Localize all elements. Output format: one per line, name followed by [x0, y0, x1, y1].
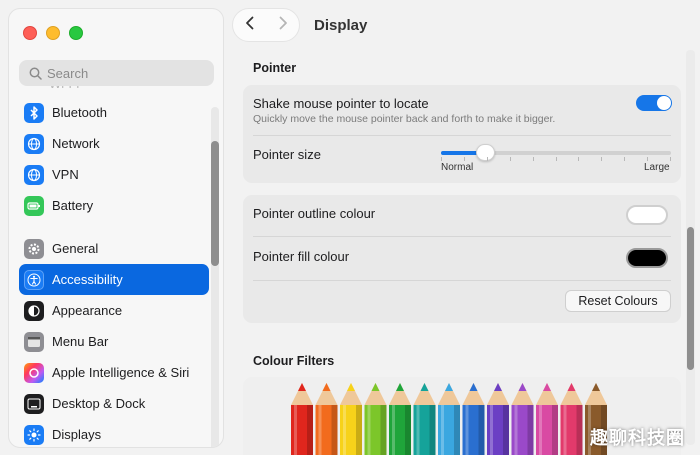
shake-pointer-toggle[interactable] [636, 95, 672, 111]
pointer-settings-card: Shake mouse pointer to locate Quickly mo… [243, 85, 681, 183]
desktop-dock-icon [24, 393, 44, 414]
section-title-colour-filters: Colour Filters [253, 354, 335, 368]
slider-tick [624, 157, 626, 161]
watermark: 趣聊科技圈 [590, 428, 685, 448]
pencil [291, 383, 313, 455]
pencil [560, 383, 583, 455]
gear-icon [24, 238, 44, 259]
slider-tick [486, 157, 488, 161]
slider-tick [578, 157, 580, 161]
sidebar-item-label: General [52, 241, 99, 256]
sidebar-item-network[interactable]: Network [19, 128, 209, 159]
pointer-size-slider[interactable] [441, 144, 671, 161]
slider-tick [532, 157, 534, 161]
search-input[interactable]: Search [19, 60, 214, 86]
vpn-globe-icon [24, 164, 44, 185]
pencil [364, 383, 387, 455]
sidebar: Wi-Fi Search Bluetooth Network [8, 8, 224, 448]
back-forward-buttons [232, 8, 300, 42]
bluetooth-icon [24, 102, 44, 123]
menu-bar-icon [24, 331, 44, 352]
appearance-icon [24, 300, 44, 321]
pointer-size-label: Pointer size [253, 147, 321, 162]
sidebar-item-label: Network [52, 136, 100, 151]
forward-button[interactable] [278, 16, 288, 35]
toggle-knob [657, 96, 671, 110]
outline-colour-label: Pointer outline colour [253, 206, 376, 221]
slider-tick [441, 157, 442, 161]
sidebar-item-label: Appearance [52, 303, 123, 318]
pencil [462, 383, 485, 455]
sidebar-item-bluetooth[interactable]: Bluetooth [19, 97, 209, 128]
window-controls [23, 26, 83, 40]
slider-max-label: Large [644, 162, 670, 173]
sidebar-scrollbar-thumb[interactable] [211, 141, 219, 266]
shake-pointer-label: Shake mouse pointer to locate [253, 96, 429, 111]
sidebar-item-appearance[interactable]: Appearance [19, 295, 209, 326]
outline-colour-well[interactable] [626, 205, 668, 225]
pencil [536, 383, 558, 455]
sidebar-item-label: Menu Bar [52, 334, 109, 349]
zoom-window-button[interactable] [69, 26, 83, 40]
sidebar-item-accessibility[interactable]: Accessibility [19, 264, 209, 295]
section-title-pointer: Pointer [253, 61, 297, 75]
sidebar-item-apple-intelligence[interactable]: Apple Intelligence & Siri [19, 357, 209, 388]
sidebar-item-label: Battery [52, 198, 94, 213]
slider-tick [509, 157, 511, 161]
sidebar-item-label: VPN [52, 167, 79, 182]
sidebar-nav: Bluetooth Network VPN Battery General Ac… [19, 97, 209, 447]
slider-tick [601, 157, 603, 161]
slider-tick [670, 157, 671, 161]
minimize-window-button[interactable] [46, 26, 60, 40]
pencil [315, 383, 338, 455]
sidebar-item-displays[interactable]: Displays [19, 419, 209, 447]
displays-icon [24, 424, 44, 445]
slider-tick [463, 157, 465, 161]
shake-pointer-description: Quickly move the mouse pointer back and … [253, 113, 556, 125]
settings-window: Wi-Fi Search Bluetooth Network [0, 0, 700, 455]
sidebar-item-label: Desktop & Dock [52, 396, 146, 411]
fill-colour-label: Pointer fill colour [253, 249, 350, 264]
close-window-button[interactable] [23, 26, 37, 40]
back-button[interactable] [245, 16, 255, 35]
page-title: Display [314, 17, 368, 34]
sidebar-item-desktop-dock[interactable]: Desktop & Dock [19, 388, 209, 419]
content-scrollbar-thumb[interactable] [687, 227, 694, 370]
sidebar-item-menu-bar[interactable]: Menu Bar [19, 326, 209, 357]
pencil [389, 383, 411, 455]
chevron-right-icon [279, 16, 287, 29]
sidebar-item-vpn[interactable]: VPN [19, 159, 209, 190]
slider-tick [647, 157, 649, 161]
battery-icon [24, 195, 44, 216]
slider-min-label: Normal [441, 162, 474, 173]
search-placeholder: Search [47, 65, 89, 81]
pencil [413, 383, 436, 455]
sidebar-item-label: Accessibility [52, 272, 123, 287]
sidebar-item-general[interactable]: General [19, 233, 209, 264]
sidebar-item-battery[interactable]: Battery [19, 190, 209, 221]
divider [253, 280, 671, 281]
pencil [487, 383, 509, 455]
slider-knob[interactable] [475, 144, 495, 161]
pencil [511, 383, 534, 455]
pencil [438, 383, 460, 455]
fill-colour-well[interactable] [626, 248, 668, 268]
divider [253, 236, 671, 237]
display-settings-pane: Pointer Shake mouse pointer to locate Qu… [243, 50, 681, 455]
pencil [340, 383, 362, 455]
siri-icon [24, 362, 44, 383]
globe-icon [24, 133, 44, 154]
sidebar-item-label: Bluetooth [52, 105, 107, 120]
sidebar-item-label: Apple Intelligence & Siri [52, 365, 190, 380]
divider [253, 135, 671, 136]
sidebar-item-label: Displays [52, 427, 102, 442]
accessibility-icon [24, 269, 44, 290]
reset-colours-button[interactable]: Reset Colours [565, 290, 671, 312]
chevron-left-icon [245, 16, 253, 29]
slider-tick [555, 157, 557, 161]
search-icon [29, 67, 42, 80]
